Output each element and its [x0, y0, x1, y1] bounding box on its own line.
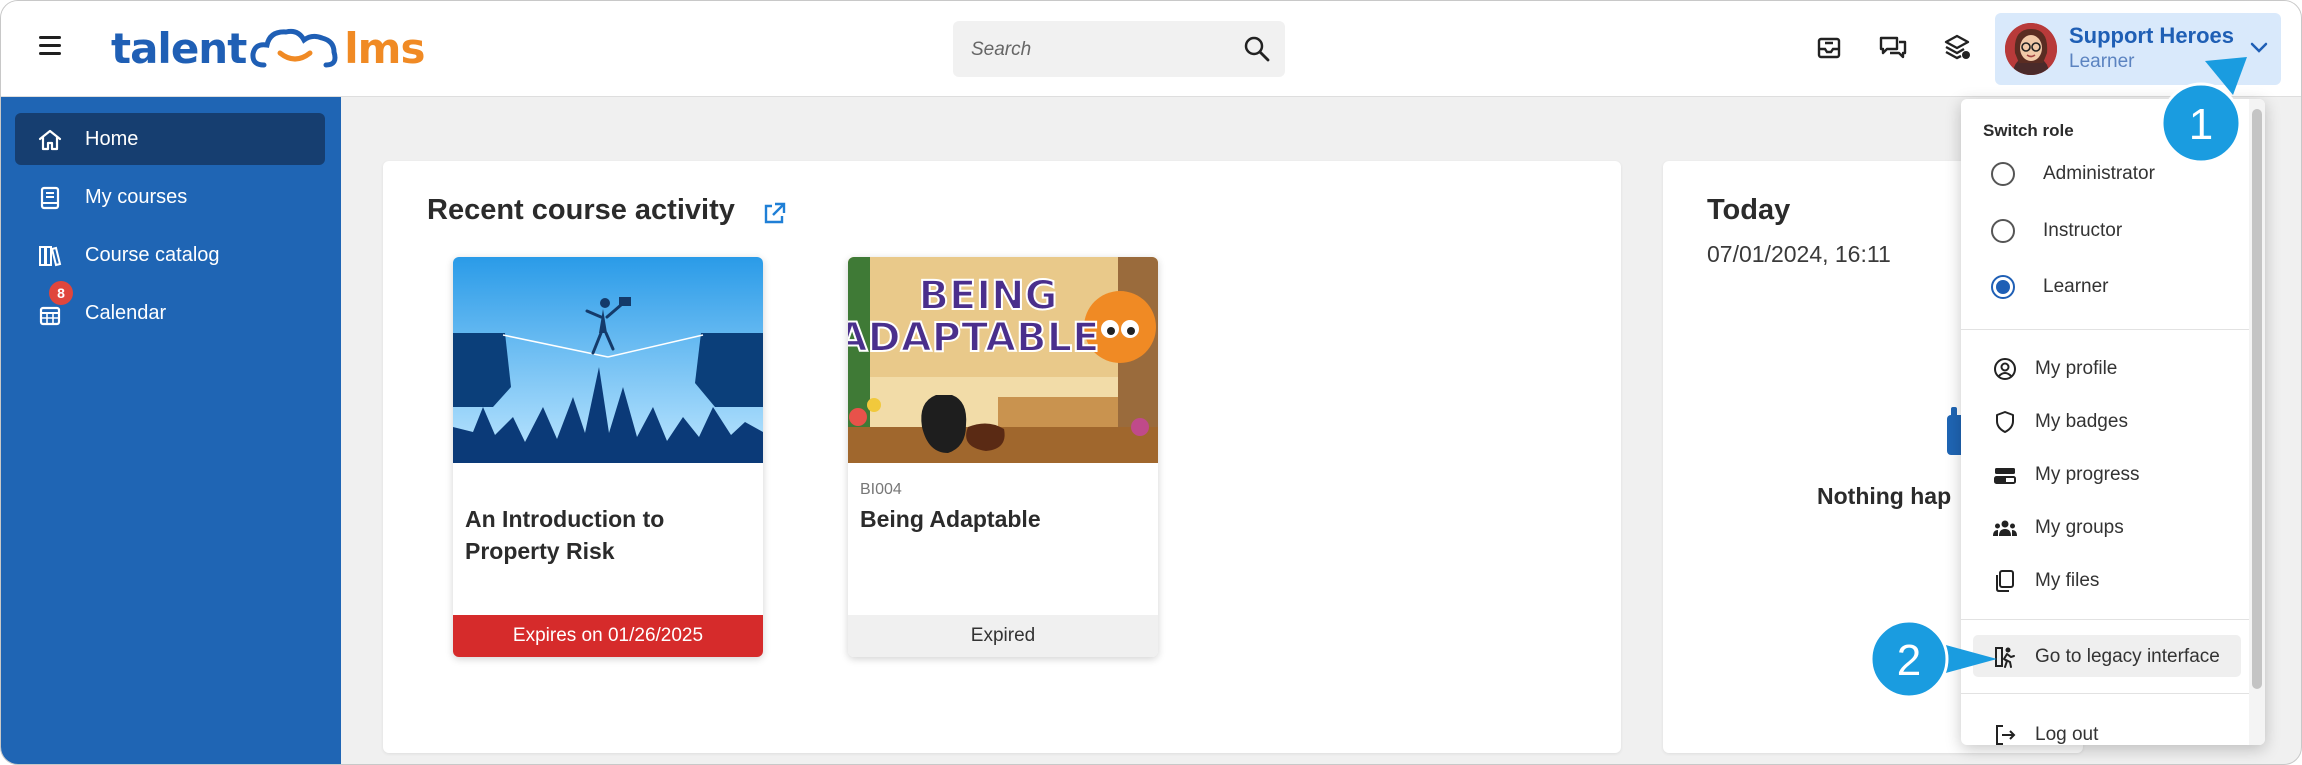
sidebar-item-course-catalog[interactable]: Course catalog	[15, 229, 325, 281]
dropdown-scrollbar[interactable]	[2249, 99, 2265, 745]
sidebar-item-label: My courses	[85, 185, 188, 208]
course-card-property-risk[interactable]: An Introduction to Property Risk Expires…	[453, 257, 763, 657]
home-icon	[38, 129, 62, 151]
divider	[1961, 329, 2265, 330]
callout-marker-2: 2	[1869, 619, 1997, 699]
radio-button[interactable]	[1991, 162, 2015, 186]
recent-course-activity-card: Recent course activity An Introduction t…	[383, 161, 1621, 753]
menu-item-my-groups[interactable]: My groups	[1973, 506, 2241, 548]
user-name: Support Heroes	[2069, 23, 2235, 48]
cloud-icon	[250, 28, 338, 68]
chevron-down-icon[interactable]	[2249, 41, 2269, 55]
course-thumbnail: BEING ADAPTABLE	[848, 257, 1158, 463]
menu-item-label: Go to legacy interface	[2035, 646, 2220, 667]
top-bar: talent lms Search Support Heroes Learner	[1, 1, 2301, 97]
user-dropdown-menu: Switch role Administrator Instructor Lea…	[1961, 99, 2265, 745]
sidebar-item-calendar[interactable]: 8 Calendar	[15, 281, 325, 339]
callout-marker-1: 1	[2161, 57, 2247, 164]
menu-toggle-icon[interactable]	[39, 36, 61, 56]
scrollbar-thumb[interactable]	[2252, 109, 2262, 689]
sidebar-item-label: Calendar	[85, 301, 167, 324]
talentlms-logo[interactable]: talent lms	[111, 23, 425, 73]
callout-number: 2	[1897, 636, 1921, 685]
course-code: BI004	[860, 481, 902, 498]
catalog-icon	[39, 246, 62, 267]
files-icon	[1996, 570, 2014, 592]
menu-item-label: My groups	[2035, 517, 2124, 538]
card-title: Today	[1707, 194, 1791, 226]
role-label: Learner	[2043, 276, 2109, 297]
inbox-icon[interactable]	[1813, 31, 1845, 63]
sidebar: Home My courses Course catalog 8 Calenda…	[1, 97, 341, 764]
card-title: Recent course activity	[427, 194, 735, 226]
external-link-icon[interactable]	[761, 201, 787, 227]
app-window: talent lms Search Support Heroes Learner…	[0, 0, 2302, 765]
user-role: Learner	[2069, 51, 2135, 72]
menu-item-label: Log out	[2035, 724, 2099, 745]
divider	[1961, 693, 2265, 694]
menu-item-my-profile[interactable]: My profile	[1973, 347, 2241, 389]
radio-button[interactable]	[1991, 219, 2015, 243]
course-title: Being Adaptable	[860, 506, 1041, 532]
menu-item-label: My files	[2035, 570, 2100, 591]
course-title: An Introduction to Property Risk	[465, 506, 665, 564]
course-thumbnail	[453, 257, 763, 463]
calendar-count-badge: 8	[49, 281, 73, 305]
shield-icon	[1996, 411, 2014, 433]
role-label: Administrator	[2043, 163, 2155, 184]
menu-item-label: My profile	[2035, 358, 2118, 379]
user-circle-icon	[1994, 358, 2016, 380]
avatar	[2005, 23, 2057, 75]
search-input[interactable]	[969, 21, 1233, 79]
search-icon[interactable]	[1243, 35, 1271, 63]
layers-icon[interactable]	[1941, 31, 1973, 63]
role-option-instructor[interactable]: Instructor	[1983, 212, 2243, 252]
group-icon	[1993, 520, 2017, 536]
sidebar-item-home[interactable]: Home	[15, 113, 325, 165]
menu-item-label: My progress	[2035, 464, 2140, 485]
menu-item-my-files[interactable]: My files	[1973, 559, 2241, 601]
book-icon	[40, 186, 60, 210]
sidebar-item-label: Home	[85, 127, 139, 150]
course-status-banner: Expired	[848, 615, 1158, 657]
role-option-learner[interactable]: Learner	[1983, 268, 2243, 308]
menu-item-log-out[interactable]: Log out	[1973, 713, 2241, 745]
course-expiry-banner: Expires on 01/26/2025	[453, 615, 763, 657]
progress-icon	[1994, 468, 2016, 484]
callout-number: 1	[2189, 100, 2213, 149]
logo-text-talent: talent	[111, 23, 247, 73]
search-box	[953, 21, 1285, 79]
logo-text-lms: lms	[344, 23, 425, 73]
divider	[1961, 619, 2265, 620]
sidebar-item-label: Course catalog	[85, 243, 220, 266]
role-label: Instructor	[2043, 220, 2123, 241]
today-datetime: 07/01/2024, 16:11	[1707, 241, 1891, 267]
menu-item-label: My badges	[2035, 411, 2128, 432]
sidebar-item-my-courses[interactable]: My courses	[15, 171, 325, 223]
logout-icon	[1996, 725, 2016, 745]
switch-role-heading: Switch role	[1983, 121, 2074, 140]
thumbnail-text-line1: BEING	[918, 273, 1057, 319]
course-card-being-adaptable[interactable]: BEING ADAPTABLE BI004 Being Adaptable Ex…	[848, 257, 1158, 657]
thumbnail-text-line2: ADAPTABLE	[848, 315, 1099, 361]
discussions-icon[interactable]	[1877, 31, 1909, 63]
empty-state-text: Nothing hap	[1817, 483, 1952, 509]
menu-item-my-badges[interactable]: My badges	[1973, 400, 2241, 442]
menu-item-my-progress[interactable]: My progress	[1973, 453, 2241, 495]
menu-item-legacy-interface[interactable]: Go to legacy interface	[1973, 635, 2241, 677]
radio-button-selected[interactable]	[1991, 275, 2015, 299]
